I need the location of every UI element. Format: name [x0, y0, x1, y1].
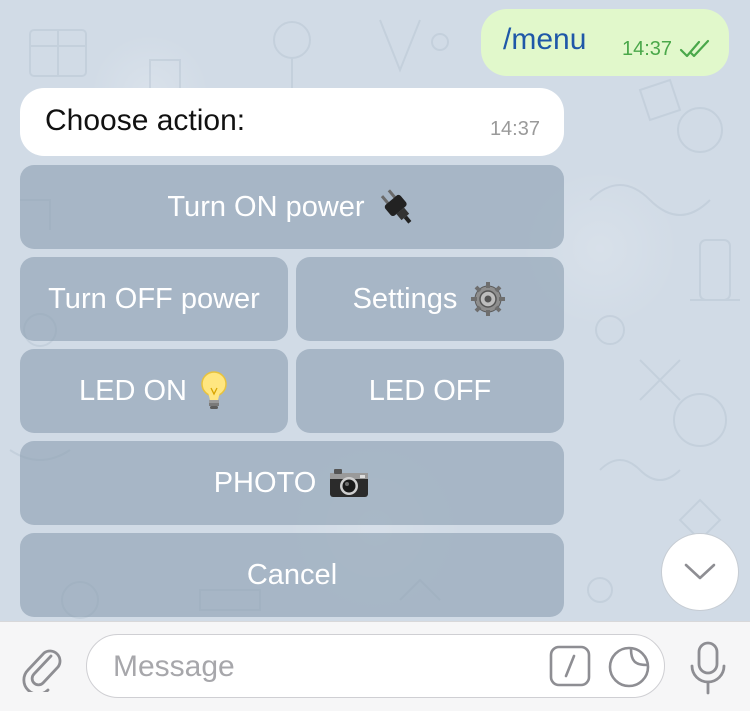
outgoing-message-text[interactable]: /menu — [503, 23, 586, 57]
incoming-message-time: 14:37 — [489, 118, 540, 140]
settings-button[interactable]: Settings — [296, 257, 564, 341]
photo-button[interactable]: PHOTO — [20, 441, 564, 525]
message-input[interactable] — [111, 645, 535, 689]
gear-icon — [471, 282, 506, 316]
incoming-message-text[interactable]: Choose action: — [45, 104, 245, 138]
outgoing-message-bubble[interactable]: /menu 14:37 — [481, 9, 750, 76]
bot-command-icon[interactable] — [549, 645, 591, 687]
cancel-button[interactable]: Cancel — [20, 533, 564, 617]
led-on-label: LED ON — [79, 374, 187, 407]
turn-on-power-button[interactable]: Turn ON power — [20, 165, 564, 249]
led-off-label: LED OFF — [368, 374, 492, 407]
message-field[interactable] — [86, 634, 665, 698]
light-bulb-icon — [201, 371, 227, 409]
sticker-icon[interactable] — [607, 645, 651, 689]
settings-label: Settings — [352, 282, 458, 315]
outgoing-message-time: 14:37 — [622, 38, 673, 60]
led-on-button[interactable]: LED ON — [20, 349, 288, 433]
double-check-icon — [679, 39, 710, 58]
chat-area[interactable]: /menu 14:37 Choose action: 14:37 Turn ON… — [0, 0, 750, 621]
paperclip-icon[interactable] — [20, 644, 66, 692]
cancel-label: Cancel — [246, 558, 338, 591]
turn-off-power-label: Turn OFF power — [48, 282, 260, 315]
electric-plug-icon — [380, 189, 411, 224]
camera-icon — [330, 469, 369, 497]
led-off-button[interactable]: LED OFF — [296, 349, 564, 433]
photo-label: PHOTO — [213, 466, 317, 499]
turn-off-power-button[interactable]: Turn OFF power — [20, 257, 288, 341]
chevron-down-icon — [684, 563, 716, 580]
incoming-message-bubble[interactable]: Choose action: 14:37 — [20, 88, 564, 156]
message-input-bar — [0, 621, 750, 711]
microphone-icon[interactable] — [688, 640, 728, 696]
scroll-down-button[interactable] — [662, 534, 738, 610]
turn-on-power-label: Turn ON power — [167, 190, 365, 223]
